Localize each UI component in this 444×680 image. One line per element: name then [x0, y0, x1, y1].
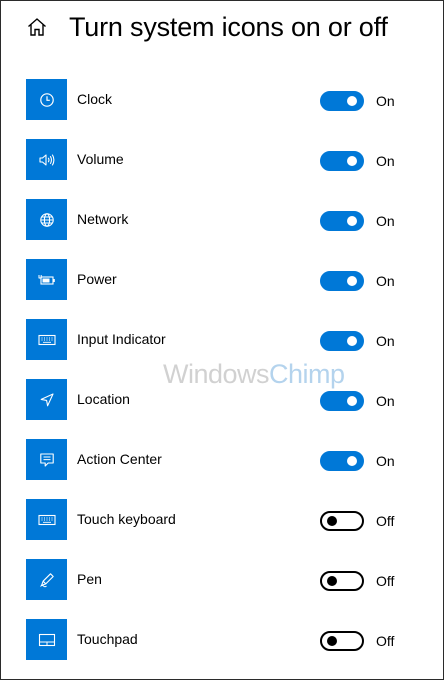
input-indicator-toggle[interactable]	[320, 331, 364, 351]
watermark-accent: Chimp	[269, 359, 345, 389]
item-label: Location	[77, 391, 130, 407]
action-center-toggle[interactable]	[320, 451, 364, 471]
power-tile	[26, 259, 67, 300]
power-toggle[interactable]	[320, 271, 364, 291]
toggle-knob	[347, 276, 357, 286]
touchpad-icon	[38, 633, 55, 646]
item-label: Action Center	[77, 451, 162, 467]
keyboard-icon	[37, 514, 56, 525]
watermark-main: Windows	[163, 359, 270, 389]
clock-icon	[39, 92, 54, 107]
toggle-knob	[347, 396, 357, 406]
toggle-state: Off	[376, 573, 395, 589]
network-tile	[26, 199, 67, 240]
clock-tile	[26, 79, 67, 120]
location-toggle[interactable]	[320, 391, 364, 411]
touchpad-tile	[26, 619, 67, 660]
network-toggle[interactable]	[320, 211, 364, 231]
toggle-knob	[347, 456, 357, 466]
page-title: Turn system icons on or off	[69, 12, 388, 42]
pen-toggle[interactable]	[320, 571, 364, 591]
page-header: Turn system icons on or off	[1, 1, 443, 55]
item-label: Volume	[77, 151, 124, 167]
toggle-knob	[327, 636, 337, 646]
list-item-volume: Volume On	[1, 139, 443, 199]
toggle-knob	[347, 336, 357, 346]
network-globe-icon	[39, 212, 54, 227]
toggle-state: Off	[376, 513, 395, 529]
toggle-knob	[347, 216, 357, 226]
volume-tile	[26, 139, 67, 180]
clock-toggle[interactable]	[320, 91, 364, 111]
list-item-touchpad: Touchpad Off	[1, 619, 443, 679]
toggle-knob	[327, 576, 337, 586]
touchpad-toggle[interactable]	[320, 631, 364, 651]
location-tile	[26, 379, 67, 420]
pen-icon	[39, 572, 54, 587]
action-center-tile	[26, 439, 67, 480]
item-label: Touchpad	[77, 631, 138, 647]
item-label: Power	[77, 271, 117, 287]
toggle-state: Off	[376, 633, 395, 649]
volume-icon	[38, 153, 54, 166]
touch-keyboard-toggle[interactable]	[320, 511, 364, 531]
location-arrow-icon	[40, 392, 54, 406]
input-indicator-tile	[26, 319, 67, 360]
item-label: Network	[77, 211, 129, 227]
action-center-icon	[39, 452, 54, 467]
list-item-touch-keyboard: Touch keyboard Off	[1, 499, 443, 559]
item-label: Input Indicator	[77, 331, 166, 347]
toggle-state: On	[376, 93, 395, 109]
list-item-network: Network On	[1, 199, 443, 259]
power-battery-icon	[38, 274, 55, 285]
settings-window: Turn system icons on or off Clock On Vol…	[0, 0, 444, 680]
watermark: WindowsChimp	[163, 357, 345, 391]
toggle-state: On	[376, 273, 395, 289]
toggle-knob	[327, 516, 337, 526]
pen-tile	[26, 559, 67, 600]
keyboard-icon	[37, 334, 56, 345]
list-item-pen: Pen Off	[1, 559, 443, 619]
list-item-clock: Clock On	[1, 79, 443, 139]
toggle-state: On	[376, 153, 395, 169]
item-label: Touch keyboard	[77, 511, 176, 527]
item-label: Pen	[77, 571, 102, 587]
toggle-knob	[347, 156, 357, 166]
home-button[interactable]	[23, 13, 51, 41]
touch-keyboard-tile	[26, 499, 67, 540]
home-icon	[28, 18, 46, 36]
toggle-knob	[347, 96, 357, 106]
toggle-state: On	[376, 213, 395, 229]
toggle-state: On	[376, 333, 395, 349]
toggle-state: On	[376, 453, 395, 469]
list-item-action-center: Action Center On	[1, 439, 443, 499]
list-item-power: Power On	[1, 259, 443, 319]
toggle-state: On	[376, 393, 395, 409]
item-label: Clock	[77, 91, 113, 107]
volume-toggle[interactable]	[320, 151, 364, 171]
